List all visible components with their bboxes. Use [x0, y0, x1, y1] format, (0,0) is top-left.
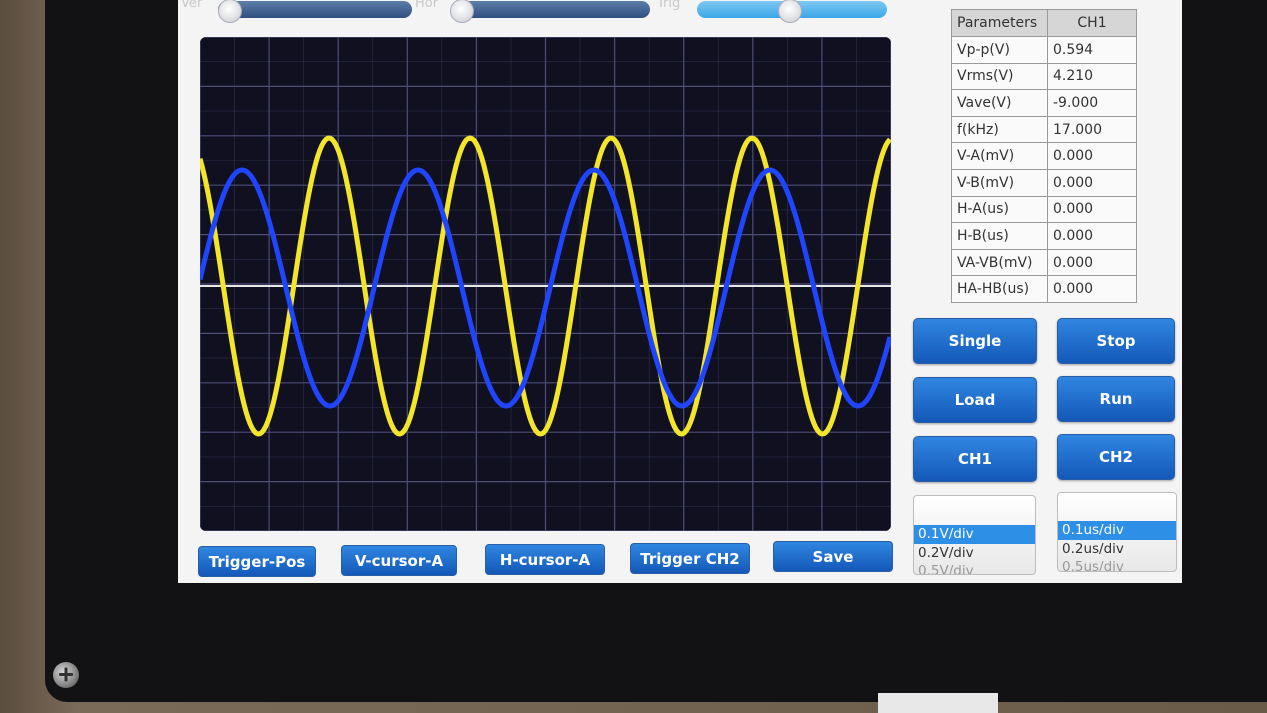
- parameter-row: VA-VB(mV) 0.000: [951, 248, 1137, 277]
- horizontal-position-slider[interactable]: Hor: [412, 0, 652, 23]
- waveform-canvas: [200, 37, 891, 531]
- hor-slider-label: Hor: [415, 0, 439, 11]
- volts-div-option[interactable]: 0.2V/div: [914, 544, 1035, 563]
- parameter-value: 0.000: [1047, 275, 1137, 303]
- parameter-name: V-A(mV): [951, 142, 1048, 170]
- ch1-button[interactable]: CH1: [913, 436, 1037, 482]
- parameter-value: 17.000: [1047, 115, 1137, 144]
- parameter-row: H-A(us) 0.000: [951, 195, 1137, 224]
- parameter-row: Vrms(V) 4.210: [951, 62, 1137, 91]
- parameter-name: f(kHz): [951, 115, 1048, 144]
- parameter-name: Vave(V): [951, 89, 1048, 117]
- trig-slider-label: Trig: [657, 0, 681, 11]
- trig-slider-knob[interactable]: [778, 0, 802, 23]
- parameter-value: 0.000: [1047, 168, 1137, 197]
- parameter-name: H-A(us): [951, 195, 1048, 224]
- waveform-display: [200, 37, 891, 531]
- parameter-value: -9.000: [1047, 89, 1137, 117]
- ver-slider-track[interactable]: [218, 1, 412, 18]
- single-button[interactable]: Single: [913, 318, 1037, 364]
- time-div-option[interactable]: 0.5us/div: [1058, 558, 1176, 571]
- volts-per-div-picker[interactable]: 0.1V/div 0.2V/div 0.5V/div: [913, 495, 1036, 575]
- load-button[interactable]: Load: [913, 377, 1037, 423]
- time-div-option-selected[interactable]: 0.1us/div: [1058, 521, 1176, 540]
- parameter-name: V-B(mV): [951, 168, 1048, 197]
- parameters-header-row: Parameters CH1: [951, 9, 1137, 37]
- ver-slider-label: Ver: [181, 0, 203, 11]
- parameters-table: Parameters CH1 Vp-p(V) 0.594 Vrms(V) 4.210 V…: [951, 9, 1137, 303]
- stop-button[interactable]: Stop: [1057, 318, 1175, 364]
- parameter-name: HA-HB(us): [951, 275, 1048, 303]
- parameter-row: f(kHz) 17.000: [951, 115, 1137, 144]
- channel-header: CH1: [1047, 9, 1137, 37]
- parameter-value: 4.210: [1047, 62, 1137, 91]
- parameter-row: H-B(us) 0.000: [951, 222, 1137, 250]
- h-cursor-a-button[interactable]: H-cursor-A: [485, 544, 605, 575]
- parameter-name: Vrms(V): [951, 62, 1048, 91]
- trigger-pos-button[interactable]: Trigger-Pos: [198, 546, 316, 577]
- volts-div-option-selected[interactable]: 0.1V/div: [914, 525, 1035, 544]
- parameter-name: VA-VB(mV): [951, 248, 1048, 277]
- parameter-name: H-B(us): [951, 222, 1048, 250]
- parameter-value: 0.000: [1047, 248, 1137, 277]
- parameter-value: 0.000: [1047, 222, 1137, 250]
- parameter-row: HA-HB(us) 0.000: [951, 275, 1137, 303]
- trigger-ch2-button[interactable]: Trigger CH2: [630, 543, 750, 574]
- parameter-name: Vp-p(V): [951, 36, 1048, 64]
- ch2-button[interactable]: CH2: [1057, 434, 1175, 480]
- volts-div-option[interactable]: 0.5V/div: [914, 562, 1035, 574]
- parameter-row: V-B(mV) 0.000: [951, 168, 1137, 197]
- ver-slider-knob[interactable]: [218, 0, 242, 23]
- run-button[interactable]: Run: [1057, 376, 1175, 422]
- trigger-level-slider[interactable]: Trig: [654, 0, 894, 23]
- parameter-value: 0.000: [1047, 142, 1137, 170]
- parameter-row: Vave(V) -9.000: [951, 89, 1137, 117]
- vertical-position-slider[interactable]: Ver: [178, 0, 418, 23]
- hor-slider-knob[interactable]: [450, 0, 474, 23]
- time-div-option[interactable]: 0.2us/div: [1058, 540, 1176, 559]
- cable-label: [878, 693, 998, 713]
- oscilloscope-screen: Ver Hor Trig Parameters CH1 Vp-p(V) 0.594…: [178, 0, 1182, 583]
- bezel-screw: [53, 662, 79, 688]
- parameter-value: 0.000: [1047, 195, 1137, 224]
- parameter-row: V-A(mV) 0.000: [951, 142, 1137, 170]
- parameter-row: Vp-p(V) 0.594: [951, 36, 1137, 64]
- parameter-value: 0.594: [1047, 36, 1137, 64]
- time-per-div-picker[interactable]: 0.1us/div 0.2us/div 0.5us/div: [1057, 492, 1177, 572]
- parameters-header: Parameters: [951, 9, 1048, 37]
- v-cursor-a-button[interactable]: V-cursor-A: [341, 545, 457, 576]
- save-button[interactable]: Save: [773, 541, 893, 572]
- hor-slider-track[interactable]: [452, 1, 650, 18]
